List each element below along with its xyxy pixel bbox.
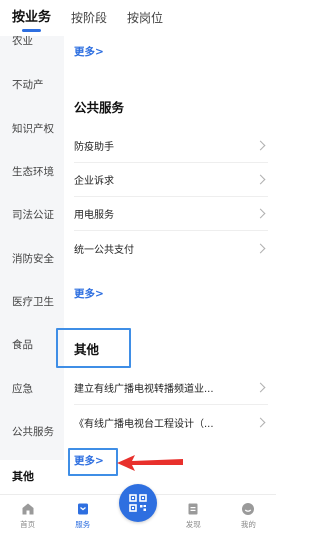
service-icon [77, 503, 88, 515]
discover-icon [188, 503, 198, 515]
sidebar-item-food[interactable]: 食品 [0, 330, 64, 360]
nav-profile-label: 我的 [240, 520, 256, 529]
tab-by-stage[interactable]: 按阶段 [71, 0, 107, 36]
nav-discover-label: 发现 [185, 520, 201, 529]
service-list: 更多> 公共服务 防疫助手 企业诉求 用电服务 统一公共支付 更多> 其他 建立… [64, 36, 276, 494]
sidebar-item-health[interactable]: 医疗卫生 [0, 287, 64, 317]
chevron-right-icon [255, 174, 266, 185]
chevron-right-icon [255, 243, 266, 253]
nav-discover[interactable]: 发现 [166, 495, 221, 535]
list-item-label: 用电服务 [74, 210, 114, 221]
chevron-right-icon [255, 208, 266, 219]
list-item-cable-tv-engineering[interactable]: 《有线广播电视台工程设计（... [74, 405, 268, 439]
chevron-right-icon [255, 417, 266, 427]
highlight-box-more-link [68, 448, 118, 476]
list-item-label: 《有线广播电视台工程设计（... [74, 418, 214, 430]
sidebar-item-agriculture[interactable]: 农业 [0, 36, 64, 56]
highlight-box-other-title [56, 328, 131, 368]
list-item-label: 建立有线广播电视转播频道业... [74, 384, 214, 395]
list-item-enterprise-appeal[interactable]: 企业诉求 [74, 163, 268, 197]
nav-service[interactable]: 服务 [55, 495, 110, 535]
annotation-arrow-icon [117, 455, 183, 471]
category-sidebar: 农业 不动产 知识产权 生态环境 司法公证 消防安全 医疗卫生 食品 应急 公共… [0, 36, 64, 494]
list-item-label: 统一公共支付 [74, 244, 134, 256]
list-item-label: 企业诉求 [74, 176, 114, 187]
list-item-label: 防疫助手 [74, 142, 114, 153]
chevron-right-icon [255, 140, 266, 151]
top-tab-bar: 按业务 按阶段 按岗位 [0, 0, 276, 36]
sidebar-item-public-service[interactable]: 公共服务 [0, 417, 64, 447]
nav-service-label: 服务 [75, 520, 91, 529]
sidebar-item-judicial-notary[interactable]: 司法公证 [0, 200, 64, 230]
more-link-previous[interactable]: 更多> [74, 44, 104, 60]
tab-by-position[interactable]: 按岗位 [127, 0, 163, 36]
sidebar-item-emergency[interactable]: 应急 [0, 374, 64, 404]
qr-scan-button[interactable] [119, 484, 157, 522]
list-item-unified-payment[interactable]: 统一公共支付 [74, 231, 268, 265]
profile-icon [242, 503, 255, 515]
chevron-right-icon [255, 382, 266, 393]
nav-profile[interactable]: 我的 [221, 495, 276, 535]
nav-home[interactable]: 首页 [0, 495, 55, 535]
sidebar-item-real-estate[interactable]: 不动产 [0, 70, 64, 100]
tab-by-business[interactable]: 按业务 [12, 0, 51, 36]
home-icon [22, 503, 34, 515]
list-item-cable-tv-channel[interactable]: 建立有线广播电视转播频道业... [74, 371, 268, 405]
sidebar-item-other[interactable]: 其他 [0, 460, 64, 494]
sidebar-item-intellectual-property[interactable]: 知识产权 [0, 114, 64, 144]
list-item-electricity-service[interactable]: 用电服务 [74, 197, 268, 231]
sidebar-item-ecology[interactable]: 生态环境 [0, 157, 64, 187]
list-item-epidemic-assistant[interactable]: 防疫助手 [74, 129, 268, 163]
nav-home-label: 首页 [20, 520, 36, 529]
more-link-public-service[interactable]: 更多> [74, 286, 104, 302]
section-title-public-service: 公共服务 [74, 100, 125, 115]
sidebar-item-fire-safety[interactable]: 消防安全 [0, 244, 64, 274]
qr-scan-icon [129, 494, 147, 512]
